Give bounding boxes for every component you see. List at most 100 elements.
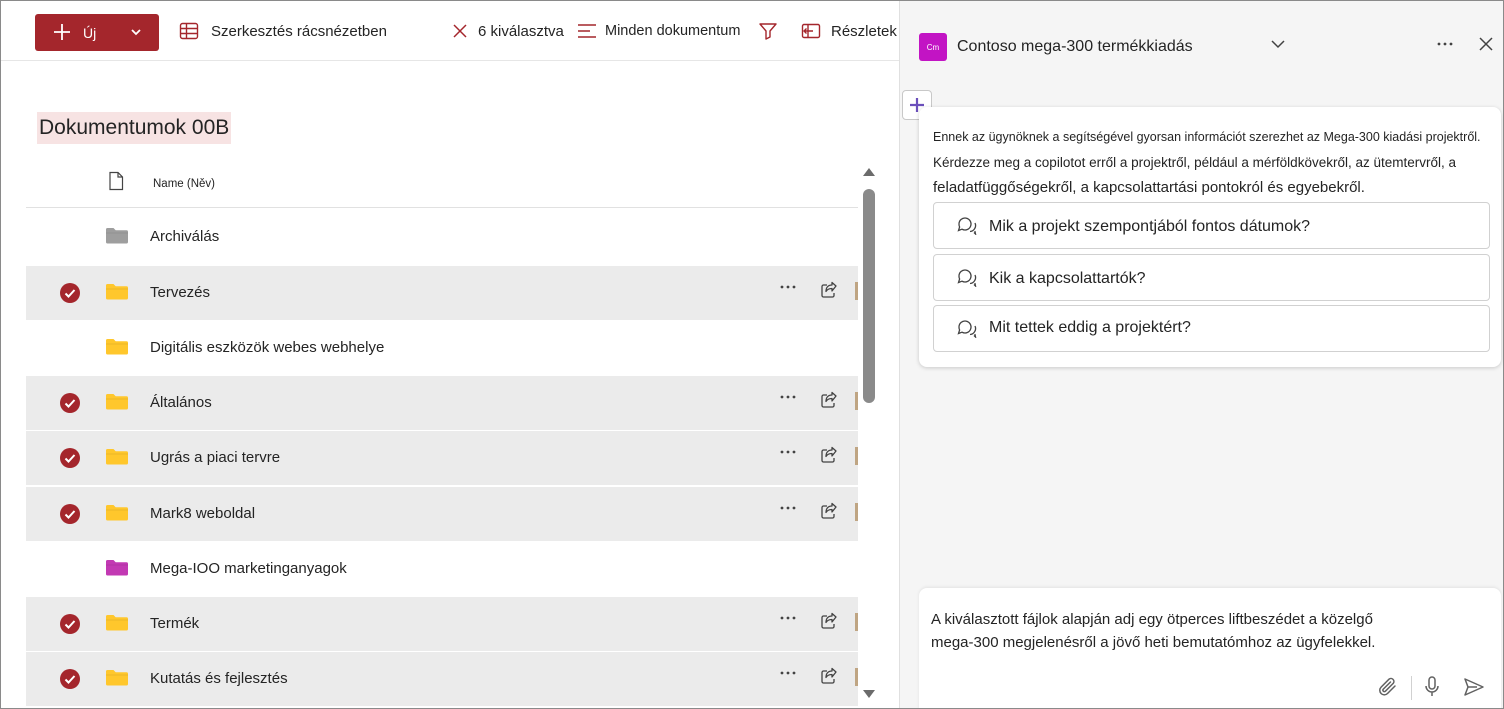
file-type-icon[interactable] — [108, 171, 124, 191]
attach-icon[interactable] — [1376, 675, 1400, 699]
suggestion-button[interactable]: Mit tettek eddig a projektért? — [933, 305, 1490, 352]
scroll-down-icon[interactable] — [861, 687, 877, 701]
truncated-column — [855, 613, 858, 631]
checkmark-circle-icon[interactable] — [60, 283, 80, 303]
scroll-up-icon[interactable] — [861, 165, 877, 179]
suggestion-text: Mik a projekt szempontjából fontos dátum… — [989, 218, 1311, 235]
filter-icon — [758, 21, 778, 41]
item-name[interactable]: Tervezés — [150, 284, 210, 301]
details-button[interactable]: Részletek — [801, 1, 897, 61]
prompt-line: A kiválasztott fájlok alapján adj egy öt… — [931, 611, 1373, 628]
view-switcher[interactable]: Minden dokumentum — [577, 1, 740, 61]
filter-button[interactable] — [758, 1, 778, 61]
list-item[interactable]: Termék — [26, 597, 858, 651]
truncated-column — [855, 668, 858, 686]
folder-icon — [105, 447, 129, 467]
item-name[interactable]: Archiválás — [150, 228, 219, 245]
grid-edit-button[interactable]: Szerkesztés rácsnézetben — [179, 1, 387, 61]
more-options-icon[interactable] — [779, 391, 797, 403]
app-window: Új Szerkesztés rácsnézetben 6 kiválasztv… — [0, 0, 1504, 709]
list-item[interactable]: Archiválás — [26, 210, 858, 264]
truncated-column — [855, 392, 858, 410]
share-icon[interactable] — [819, 280, 839, 300]
share-icon[interactable] — [819, 666, 839, 686]
share-icon[interactable] — [819, 501, 839, 521]
new-button[interactable]: Új — [35, 14, 159, 51]
folder-icon — [105, 337, 129, 357]
folder-icon — [105, 392, 129, 412]
list-item[interactable]: Tervezés — [26, 266, 858, 320]
more-options-icon[interactable] — [779, 446, 797, 458]
close-icon — [452, 23, 468, 39]
scrollbar-thumb[interactable] — [863, 189, 875, 403]
folder-icon — [105, 282, 129, 302]
close-icon[interactable] — [1477, 35, 1495, 53]
plus-icon — [53, 21, 71, 43]
folder-icon — [105, 503, 129, 523]
folder-icon — [105, 558, 129, 578]
grid-edit-label: Szerkesztés rácsnézetben — [211, 22, 387, 40]
item-name[interactable]: Termék — [150, 615, 199, 632]
list-item[interactable]: Ugrás a piaci tervre — [26, 431, 858, 485]
clear-selection-button[interactable]: 6 kiválasztva — [452, 1, 564, 61]
more-options-icon[interactable] — [1436, 37, 1454, 51]
item-name[interactable]: Kutatás és fejlesztés — [150, 670, 288, 687]
suggestion-text: Kik a kapcsolattartók? — [989, 270, 1146, 287]
selected-count: 6 kiválasztva — [478, 22, 564, 40]
command-bar: Új Szerkesztés rácsnézetben 6 kiválasztv… — [1, 1, 899, 61]
share-icon[interactable] — [819, 611, 839, 631]
list-item[interactable]: Mega-IOO marketinganyagok — [26, 542, 858, 596]
document-library-pane: Új Szerkesztés rácsnézetben 6 kiválasztv… — [1, 1, 899, 708]
intro-line: feladatfüggőségekről, a kapcsolattartási… — [933, 179, 1365, 196]
list-item[interactable]: Kutatás és fejlesztés — [26, 652, 858, 706]
checkmark-circle-icon[interactable] — [60, 669, 80, 689]
list-item[interactable]: Mark8 weboldal — [26, 487, 858, 541]
chat-input-text[interactable]: A kiválasztott fájlok alapján adj egy öt… — [931, 608, 1471, 654]
microphone-icon[interactable] — [1422, 675, 1442, 699]
details-label: Részletek — [831, 22, 897, 40]
library-title: Dokumentumok 00B — [37, 112, 232, 144]
more-options-icon[interactable] — [779, 612, 797, 624]
name-column-header[interactable]: Name (Něv) — [153, 178, 215, 190]
list-scrollbar[interactable] — [859, 161, 879, 706]
item-name[interactable]: Általános — [150, 394, 212, 411]
truncated-column — [855, 282, 858, 300]
table-icon — [179, 22, 199, 40]
agent-avatar: Cm — [919, 33, 947, 61]
share-icon[interactable] — [819, 390, 839, 410]
item-name[interactable]: Mega-IOO marketinganyagok — [150, 560, 347, 577]
folder-icon — [105, 668, 129, 688]
share-icon[interactable] — [819, 445, 839, 465]
item-name[interactable]: Mark8 weboldal — [150, 505, 255, 522]
truncated-column — [855, 503, 858, 521]
more-options-icon[interactable] — [779, 281, 797, 293]
more-options-icon[interactable] — [779, 502, 797, 514]
view-label: Minden dokumentum — [605, 23, 741, 39]
list-view-icon — [577, 22, 597, 40]
agent-intro: Ennek az ügynöknek a segítségével gyorsa… — [933, 125, 1493, 200]
new-button-label: Új — [83, 25, 97, 41]
item-name[interactable]: Digitális eszközök webes webhelye — [150, 339, 384, 356]
list-item[interactable]: Digitális eszközök webes webhelye — [26, 321, 858, 375]
list-header: Name (Něv) — [26, 166, 858, 208]
more-options-icon[interactable] — [779, 667, 797, 679]
chat-input[interactable]: A kiválasztott fájlok alapján adj egy öt… — [919, 588, 1501, 708]
suggestion-button[interactable]: Kik a kapcsolattartók? — [933, 254, 1490, 301]
intro-line: Ennek az ügynöknek a segítségével gyorsa… — [933, 130, 1481, 144]
list-item[interactable]: Általános — [26, 376, 858, 430]
checkmark-circle-icon[interactable] — [60, 448, 80, 468]
item-name[interactable]: Ugrás a piaci tervre — [150, 449, 280, 466]
divider — [1411, 676, 1412, 700]
folder-icon — [105, 226, 129, 246]
checkmark-circle-icon[interactable] — [60, 393, 80, 413]
send-icon[interactable] — [1463, 676, 1485, 698]
chevron-down-icon[interactable] — [1270, 37, 1286, 51]
truncated-column — [855, 447, 858, 465]
suggestion-button[interactable]: Mik a projekt szempontjából fontos dátum… — [933, 202, 1490, 249]
chevron-down-icon[interactable] — [129, 25, 143, 39]
details-pane-icon — [801, 22, 821, 40]
checkmark-circle-icon[interactable] — [60, 504, 80, 524]
chat-bubbles-icon — [956, 215, 978, 235]
checkmark-circle-icon[interactable] — [60, 614, 80, 634]
chat-bubbles-icon — [956, 318, 978, 338]
